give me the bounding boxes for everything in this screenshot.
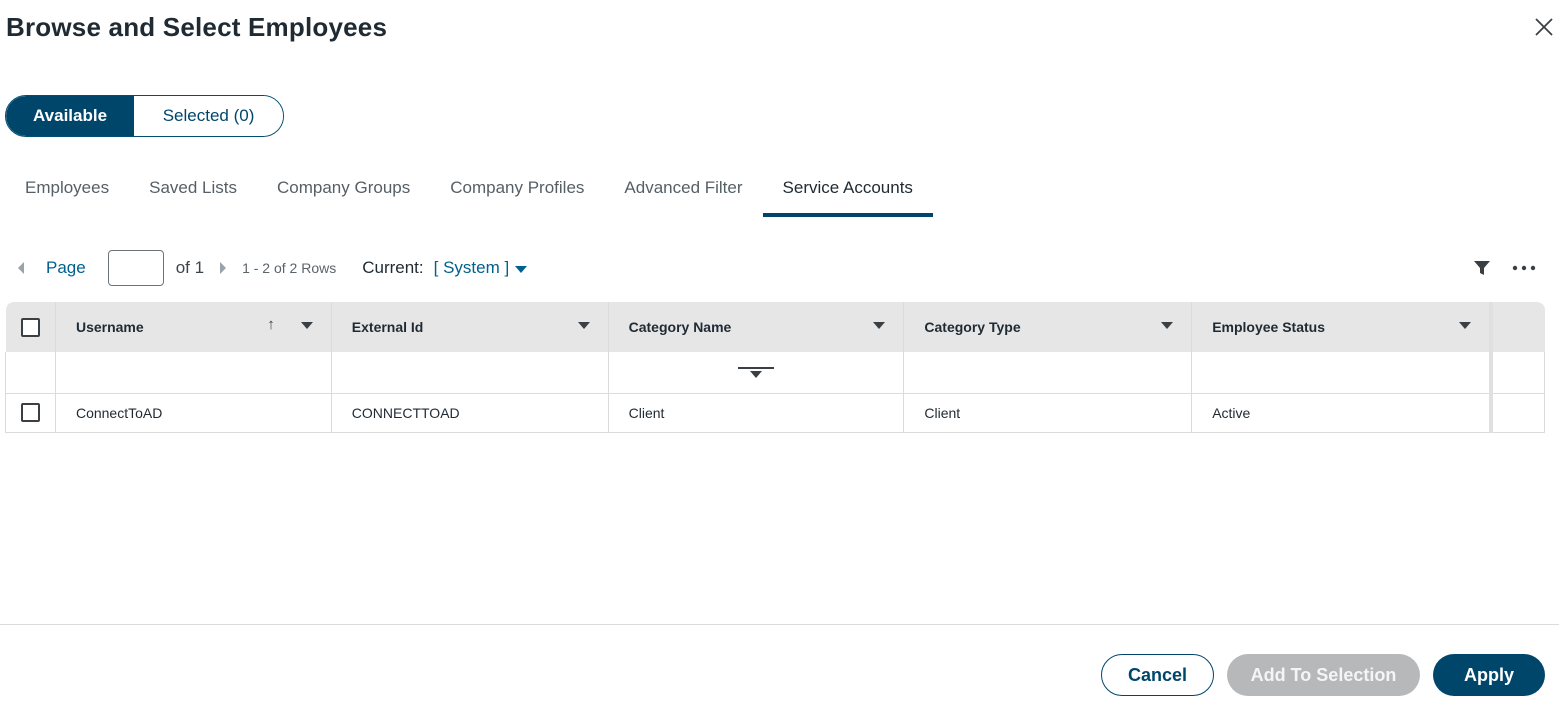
table-row[interactable]: ConnectToAD CONNECTTOAD Client Client Ac… — [5, 393, 1545, 432]
column-menu-icon[interactable] — [873, 322, 886, 329]
row-select-cell — [5, 393, 56, 432]
sort-ascending-icon[interactable]: ↑ — [267, 316, 275, 333]
column-header-username[interactable]: Username ↑ — [55, 302, 332, 352]
footer-divider — [0, 624, 1559, 625]
column-filter-icon[interactable] — [738, 365, 775, 379]
pager: Page of 1 1 - 2 of 2 Rows Current: [ Sys… — [18, 250, 528, 286]
row-checkbox[interactable] — [20, 403, 40, 422]
header-spacer — [1489, 302, 1545, 352]
current-view-value: [ System ] — [433, 258, 510, 277]
apply-button[interactable]: Apply — [1433, 654, 1545, 696]
toggle-available[interactable]: Available — [6, 96, 135, 136]
rows-count-label: 1 - 2 of 2 Rows — [242, 260, 337, 276]
column-label: External Id — [351, 319, 424, 335]
available-selected-toggle: Available Selected (0) — [5, 95, 284, 137]
add-to-selection-button[interactable]: Add To Selection — [1227, 654, 1420, 696]
filter-icon[interactable] — [1473, 259, 1491, 277]
tab-bar: Employees Saved Lists Company Groups Com… — [5, 168, 933, 218]
tab-advanced-filter[interactable]: Advanced Filter — [604, 168, 762, 216]
tab-company-profiles[interactable]: Company Profiles — [430, 168, 604, 216]
next-page-icon[interactable] — [220, 262, 227, 274]
filter-cell[interactable] — [55, 352, 332, 393]
column-menu-icon[interactable] — [300, 322, 313, 329]
employee-grid: Username ↑ External Id Category Name Cat… — [5, 302, 1545, 433]
cell-external-id: CONNECTTOAD — [331, 393, 609, 432]
chevron-down-icon — [515, 265, 528, 273]
grid-header-row: Username ↑ External Id Category Name Cat… — [5, 302, 1545, 352]
tab-saved-lists[interactable]: Saved Lists — [129, 168, 257, 216]
page-label: Page — [46, 258, 86, 277]
cell-username: ConnectToAD — [55, 393, 332, 432]
row-spacer — [1489, 393, 1545, 432]
column-header-external-id[interactable]: External Id — [331, 302, 609, 352]
close-icon[interactable] — [1532, 15, 1556, 39]
tab-employees[interactable]: Employees — [5, 168, 129, 216]
column-menu-icon[interactable] — [1161, 322, 1174, 329]
filter-spacer — [1489, 352, 1545, 393]
current-view-label: Current: — [362, 258, 424, 277]
previous-page-icon[interactable] — [18, 262, 24, 274]
select-all-cell — [5, 302, 56, 352]
column-label: Category Name — [628, 319, 732, 335]
cell-employee-status: Active — [1191, 393, 1492, 432]
page-number-input[interactable] — [107, 250, 164, 286]
select-all-checkbox[interactable] — [20, 317, 40, 337]
column-label: Username — [75, 319, 144, 335]
filter-row — [5, 352, 1545, 393]
tab-service-accounts[interactable]: Service Accounts — [762, 168, 933, 217]
filter-cell[interactable] — [331, 352, 609, 393]
column-label: Employee Status — [1212, 319, 1326, 335]
cancel-button[interactable]: Cancel — [1101, 654, 1214, 696]
current-view-dropdown[interactable]: [ System ] — [434, 258, 528, 278]
column-header-category-name[interactable]: Category Name — [608, 302, 905, 352]
column-header-employee-status[interactable]: Employee Status — [1191, 302, 1492, 352]
column-menu-icon[interactable] — [1459, 322, 1472, 329]
page-count-label: of 1 — [175, 258, 205, 277]
more-options-icon[interactable] — [1510, 258, 1538, 278]
cell-category-type: Client — [903, 393, 1193, 432]
filter-cell — [5, 352, 56, 393]
toggle-selected[interactable]: Selected (0) — [134, 96, 283, 136]
filter-cell[interactable] — [903, 352, 1193, 393]
column-header-category-type[interactable]: Category Type — [903, 302, 1193, 352]
filter-cell[interactable] — [1191, 352, 1492, 393]
dialog-title: Browse and Select Employees — [6, 12, 388, 42]
filter-cell[interactable] — [608, 352, 905, 393]
cell-category-name: Client — [608, 393, 905, 432]
column-menu-icon[interactable] — [577, 322, 590, 329]
tab-company-groups[interactable]: Company Groups — [257, 168, 430, 216]
column-label: Category Type — [924, 319, 1021, 335]
